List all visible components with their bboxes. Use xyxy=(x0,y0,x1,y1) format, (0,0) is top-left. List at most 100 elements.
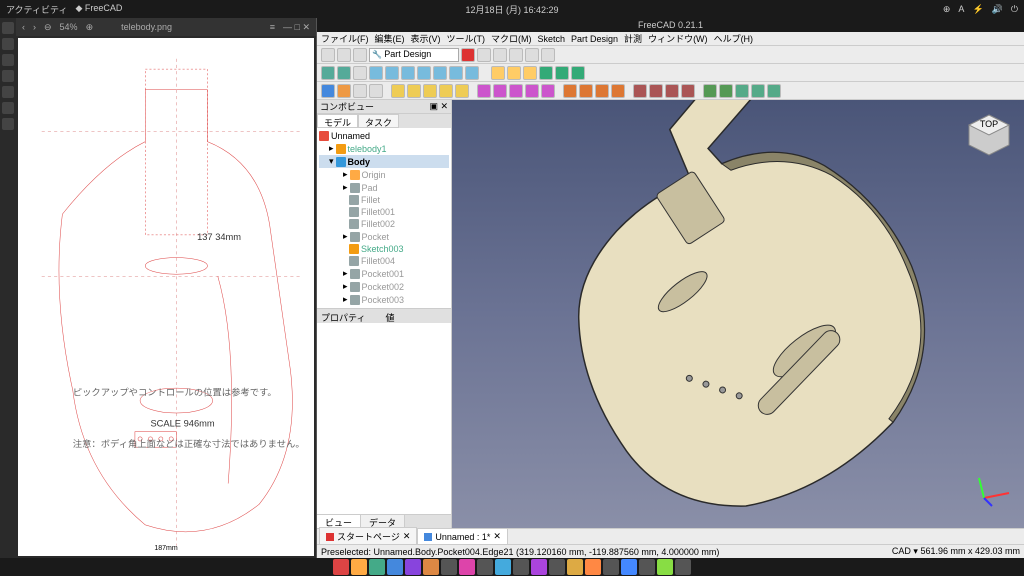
undo-icon[interactable] xyxy=(509,48,523,62)
dock-app-15[interactable] xyxy=(585,559,601,575)
macro-stop-icon[interactable] xyxy=(477,48,491,62)
sidebar-ico-7[interactable] xyxy=(2,118,14,130)
migrate-icon[interactable] xyxy=(719,84,733,98)
menu-partdesign[interactable]: Part Design xyxy=(571,34,618,44)
polar-pattern-icon[interactable] xyxy=(665,84,679,98)
link2-icon[interactable] xyxy=(555,66,569,80)
zoom-sel-icon[interactable] xyxy=(337,66,351,80)
nav-fwd-icon[interactable]: › xyxy=(33,22,36,32)
window-controls[interactable]: — □ ✕ xyxy=(283,22,310,33)
dock-app-19[interactable] xyxy=(657,559,673,575)
tab-model[interactable]: モデル xyxy=(317,114,358,128)
open-icon[interactable] xyxy=(337,48,351,62)
shaft-icon[interactable] xyxy=(767,84,781,98)
groove-icon[interactable] xyxy=(509,84,523,98)
menu-edit[interactable]: 編集(E) xyxy=(375,32,405,45)
sketch-icon[interactable] xyxy=(337,84,351,98)
pad-icon[interactable] xyxy=(391,84,405,98)
model-tree[interactable]: Unnamed ▸telebody1 ▾Body ▸Origin ▸Pad Fi… xyxy=(317,128,451,308)
datetime-label[interactable]: 12月18日 (月) 16:42:29 xyxy=(465,3,558,16)
dock-app-5[interactable] xyxy=(405,559,421,575)
sidebar-ico-2[interactable] xyxy=(2,38,14,50)
iso-icon[interactable] xyxy=(369,66,383,80)
dock-app-20[interactable] xyxy=(675,559,691,575)
link3-icon[interactable] xyxy=(571,66,585,80)
menu-view[interactable]: 表示(V) xyxy=(411,32,441,45)
zoom-in-icon[interactable]: ⊕ xyxy=(86,22,94,33)
dock-app-14[interactable] xyxy=(567,559,583,575)
sidebar-ico-3[interactable] xyxy=(2,54,14,66)
dock-app-18[interactable] xyxy=(639,559,655,575)
part-icon[interactable] xyxy=(507,66,521,80)
sidebar-ico-5[interactable] xyxy=(2,86,14,98)
top-icon[interactable] xyxy=(401,66,415,80)
nav-back-icon[interactable]: ‹ xyxy=(22,22,25,32)
measure-icon[interactable] xyxy=(491,66,505,80)
new-icon[interactable] xyxy=(321,48,335,62)
activities-label[interactable]: アクティビティ xyxy=(6,3,67,16)
dock-app-6[interactable] xyxy=(423,559,439,575)
fillet-icon[interactable] xyxy=(563,84,577,98)
menu-measure[interactable]: 計測 xyxy=(624,32,642,45)
mirror-icon[interactable] xyxy=(633,84,647,98)
refresh-icon[interactable] xyxy=(541,48,555,62)
menu-help[interactable]: ヘルプ(H) xyxy=(714,32,754,45)
left-icon[interactable] xyxy=(465,66,479,80)
wifi-icon[interactable]: ⊕ xyxy=(943,4,951,15)
boolean-icon[interactable] xyxy=(703,84,717,98)
macro-record-icon[interactable] xyxy=(461,48,475,62)
3d-viewport[interactable]: TOP xyxy=(452,100,1024,528)
tab-task[interactable]: タスク xyxy=(358,114,399,128)
dock-app-2[interactable] xyxy=(351,559,367,575)
menu-file[interactable]: ファイル(F) xyxy=(321,32,369,45)
pocket-icon[interactable] xyxy=(477,84,491,98)
rear-icon[interactable] xyxy=(433,66,447,80)
multi-transform-icon[interactable] xyxy=(681,84,695,98)
menu-sketch[interactable]: Sketch xyxy=(538,34,566,44)
sprocket-icon[interactable] xyxy=(735,84,749,98)
dock-app-13[interactable] xyxy=(549,559,565,575)
group-icon[interactable] xyxy=(523,66,537,80)
right-icon[interactable] xyxy=(417,66,431,80)
power-icon[interactable]: ⏻ xyxy=(1011,4,1018,15)
thickness-icon[interactable] xyxy=(611,84,625,98)
menu-icon[interactable]: ≡ xyxy=(270,22,275,32)
subsweep-icon[interactable] xyxy=(541,84,555,98)
linear-pattern-icon[interactable] xyxy=(649,84,663,98)
hole-icon[interactable] xyxy=(493,84,507,98)
dock-app-12[interactable] xyxy=(531,559,547,575)
app-menu[interactable]: ◆ FreeCAD xyxy=(75,3,122,16)
zoom-out-icon[interactable]: ⊖ xyxy=(44,22,52,33)
menu-tools[interactable]: ツール(T) xyxy=(447,32,486,45)
macro-play-icon[interactable] xyxy=(493,48,507,62)
network-icon[interactable]: ⚡ xyxy=(972,4,983,15)
image-viewer-canvas[interactable]: 137 34mm SCALE 946mm ピックアップやコントロールの位置は参考… xyxy=(18,38,314,556)
chamfer-icon[interactable] xyxy=(579,84,593,98)
panel-close-icon[interactable]: ▣ ✕ xyxy=(429,101,448,112)
user-icon[interactable]: A xyxy=(958,4,964,15)
sidebar-ico-1[interactable] xyxy=(2,22,14,34)
dock-app-16[interactable] xyxy=(603,559,619,575)
loft-icon[interactable] xyxy=(423,84,437,98)
dock-app-9[interactable] xyxy=(477,559,493,575)
draw-style-icon[interactable] xyxy=(353,66,367,80)
redo-icon[interactable] xyxy=(525,48,539,62)
volume-icon[interactable]: 🔊 xyxy=(992,4,1003,15)
draft-icon[interactable] xyxy=(595,84,609,98)
gear-icon[interactable] xyxy=(751,84,765,98)
dock-app-3[interactable] xyxy=(369,559,385,575)
navigation-cube[interactable]: TOP xyxy=(964,110,1014,160)
subloft-icon[interactable] xyxy=(525,84,539,98)
dock-app-1[interactable] xyxy=(333,559,349,575)
revolution-icon[interactable] xyxy=(407,84,421,98)
link-icon[interactable] xyxy=(539,66,553,80)
bottom-icon[interactable] xyxy=(449,66,463,80)
zoom-fit-icon[interactable] xyxy=(321,66,335,80)
front-icon[interactable] xyxy=(385,66,399,80)
dock-app-17[interactable] xyxy=(621,559,637,575)
dock-app-8[interactable] xyxy=(459,559,475,575)
workbench-select[interactable]: 🔧 Part Design xyxy=(369,48,459,62)
sweep-icon[interactable] xyxy=(439,84,453,98)
menu-macro[interactable]: マクロ(M) xyxy=(491,32,532,45)
save-icon[interactable] xyxy=(353,48,367,62)
